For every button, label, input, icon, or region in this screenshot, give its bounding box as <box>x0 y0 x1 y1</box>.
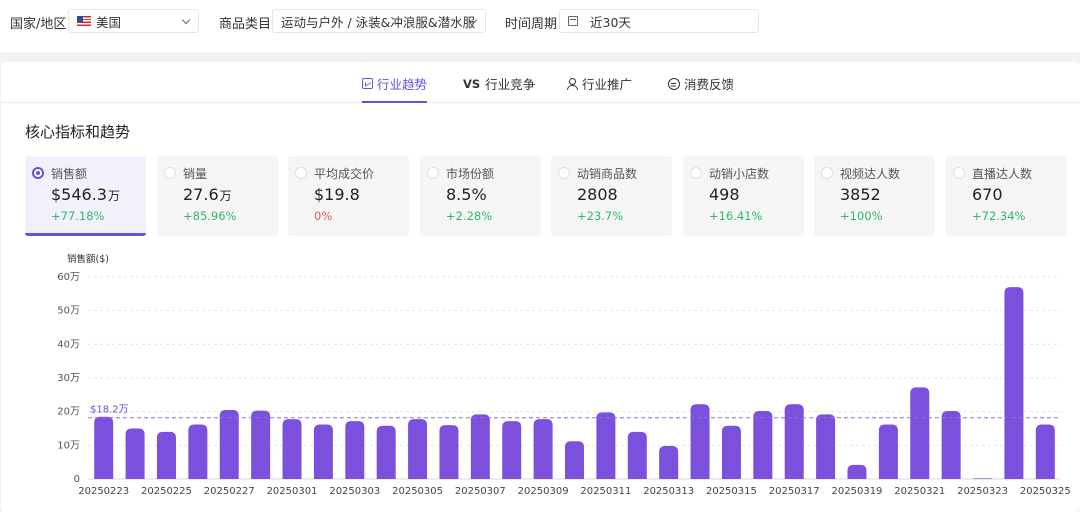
bar-20250313[interactable] <box>659 446 679 479</box>
x-tick-label: 20250311 <box>580 486 631 497</box>
sales-trend-chart: 销售额($) 0 10万 20万 30万 40万 50万 60万 $18.2万 20250223… <box>57 253 1071 497</box>
bar-20250225[interactable] <box>156 431 176 479</box>
y-tick-label: 60万 <box>57 272 80 283</box>
x-tick-label: 20250319 <box>832 486 883 497</box>
bar-20250306[interactable] <box>439 425 459 479</box>
period-picker[interactable]: 近30天 <box>559 9 759 33</box>
y-tick-label: 0 <box>74 474 80 485</box>
bar-20250319[interactable] <box>847 464 867 479</box>
calendar-icon <box>568 16 578 26</box>
bar-20250315[interactable] <box>721 425 741 479</box>
x-tick-label: 20250301 <box>267 486 318 497</box>
x-tick-label: 20250227 <box>204 486 255 497</box>
bar-20250304[interactable] <box>376 425 396 479</box>
bar-20250227[interactable] <box>219 409 239 479</box>
bar-20250303[interactable] <box>345 421 365 479</box>
bar-20250301[interactable] <box>282 419 302 479</box>
x-tick-label: 20250313 <box>643 486 694 497</box>
bar-20250228[interactable] <box>251 410 271 479</box>
x-tick-label: 20250315 <box>706 486 757 497</box>
bar-20250310[interactable] <box>565 441 584 479</box>
x-tick-label: 20250305 <box>392 486 443 497</box>
x-tick-label: 20250309 <box>518 486 569 497</box>
filter-bar: 国家/地区 美国 商品类目 运动与户外 / 泳装&冲浪服&潜水服 时间周期 近3… <box>0 0 1080 52</box>
x-tick-label: 20250323 <box>957 486 1008 497</box>
bar-20250318[interactable] <box>816 414 836 479</box>
y-axis-title: 销售额($) <box>67 253 109 265</box>
y-tick-label: 50万 <box>57 306 80 317</box>
x-tick-label: 20250225 <box>141 486 192 497</box>
bar-20250317[interactable] <box>784 404 804 479</box>
chevron-down-icon <box>181 15 191 25</box>
bar-20250320[interactable] <box>878 424 898 479</box>
y-tick-label: 20万 <box>57 407 80 418</box>
period-label: 时间周期 <box>505 17 558 32</box>
category-label: 商品类目 <box>219 17 272 32</box>
region-value: 美国 <box>96 14 122 30</box>
x-tick-label: 20250303 <box>329 486 380 497</box>
average-label: $18.2万 <box>90 405 129 416</box>
bar-20250223[interactable] <box>94 416 114 479</box>
bar-20250309[interactable] <box>533 419 553 479</box>
bar-20250312[interactable] <box>627 431 647 479</box>
y-tick-label: 30万 <box>57 373 80 384</box>
bar-20250323[interactable] <box>973 478 993 479</box>
x-tick-label: 20250223 <box>78 486 129 497</box>
x-tick-label: 20250307 <box>455 486 506 497</box>
bar-20250324[interactable] <box>1004 287 1024 479</box>
bar-20250224[interactable] <box>125 428 145 480</box>
y-tick-label: 10万 <box>57 440 80 451</box>
bar-20250305[interactable] <box>408 419 428 479</box>
x-tick-label: 20250325 <box>1020 486 1071 497</box>
bar-20250226[interactable] <box>188 424 208 479</box>
bar-20250321[interactable] <box>910 387 930 479</box>
bar-20250307[interactable] <box>470 414 490 479</box>
bar-20250308[interactable] <box>502 421 522 479</box>
bar-20250302[interactable] <box>313 424 333 479</box>
category-select[interactable]: 运动与户外 / 泳装&冲浪服&潜水服 <box>272 9 486 33</box>
bar-20250311[interactable] <box>596 412 616 479</box>
bar-20250314[interactable] <box>690 404 710 479</box>
x-tick-label: 20250321 <box>894 486 945 497</box>
bar-20250322[interactable] <box>941 410 961 479</box>
period-value: 近30天 <box>590 14 631 30</box>
y-tick-label: 40万 <box>57 339 80 350</box>
bar-20250325[interactable] <box>1035 424 1055 479</box>
category-value: 运动与户外 / 泳装&冲浪服&潜水服 <box>281 14 476 30</box>
us-flag-icon <box>77 16 91 26</box>
region-label: 国家/地区 <box>10 17 67 32</box>
main-card: 行业趋势 VS 行业竞争 行业推广 消费反馈 核心指标和趋势 销售额 $546.… <box>1 62 1080 512</box>
region-select[interactable]: 美国 <box>68 9 199 33</box>
bar-20250316[interactable] <box>753 410 773 479</box>
x-tick-label: 20250317 <box>769 486 820 497</box>
